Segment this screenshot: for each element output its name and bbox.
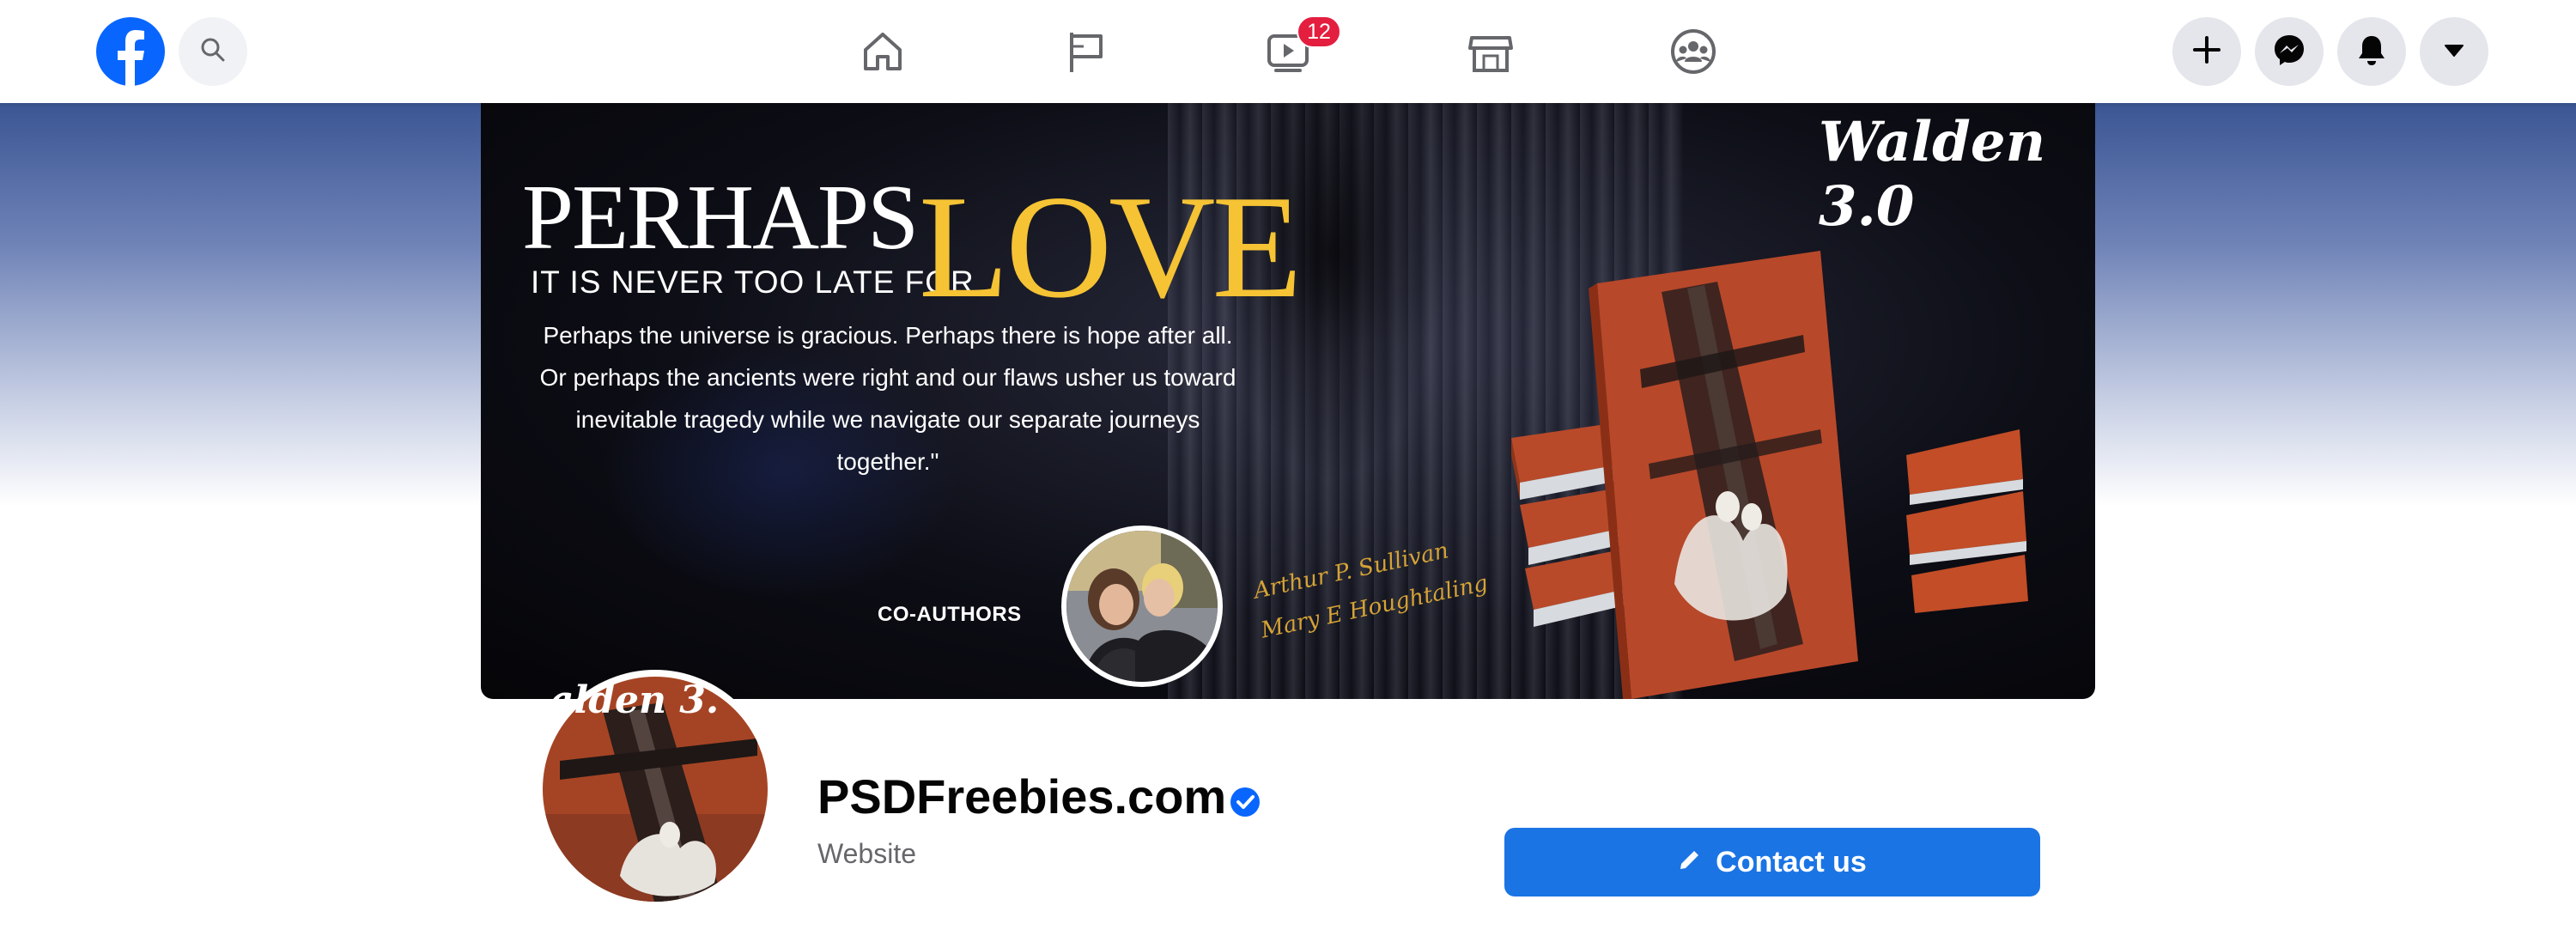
marketplace-icon[interactable] <box>1463 24 1518 79</box>
account-button[interactable] <box>2420 17 2488 86</box>
create-button[interactable] <box>2172 17 2241 86</box>
quote-line: Or perhaps the ancients were right and o… <box>539 364 1236 391</box>
watch-notification-badge: 12 <box>1297 15 1341 48</box>
facebook-logo-icon[interactable] <box>96 17 165 86</box>
cover-quote: Perhaps the universe is gracious. Perhap… <box>501 314 1274 483</box>
cover-photo[interactable]: PERHAPS IT IS NEVER TOO LATE FOR LOVE Pe… <box>481 103 2095 699</box>
cover-headline-never-too-late: IT IS NEVER TOO LATE FOR <box>531 264 975 300</box>
pencil-icon <box>1678 846 1700 879</box>
notifications-bell-icon <box>2355 33 2388 70</box>
coauthors-label: CO-AUTHORS <box>878 603 1022 626</box>
search-icon <box>199 36 227 68</box>
messenger-button[interactable] <box>2255 17 2324 86</box>
book-stack-illustration <box>1494 180 2095 699</box>
home-icon[interactable] <box>855 24 910 79</box>
account-dropdown-icon <box>2442 38 2466 66</box>
create-plus-icon <box>2191 34 2222 70</box>
messenger-icon <box>2272 33 2306 71</box>
page-title: PSDFreebies.com <box>817 769 1227 823</box>
quote-line: Perhaps the universe is gracious. Perhap… <box>543 322 1233 349</box>
cover-headline-love: LOVE <box>919 166 1303 329</box>
page-category: Website <box>817 838 917 869</box>
quote-line: inevitable tragedy while we navigate our… <box>575 406 1200 433</box>
pages-flag-icon[interactable] <box>1058 24 1113 79</box>
notifications-button[interactable] <box>2337 17 2406 86</box>
contact-us-label: Contact us <box>1716 845 1867 878</box>
quote-line: together." <box>836 448 939 475</box>
groups-icon[interactable] <box>1666 24 1721 79</box>
coauthors-photo <box>1061 526 1223 687</box>
profile-picture-overlay-text: alden 3. <box>550 678 720 722</box>
top-navigation-bar: 12 <box>0 0 2576 103</box>
cover-headline-perhaps: PERHAPS <box>522 167 919 269</box>
verified-badge-icon <box>1230 787 1261 817</box>
search-button[interactable] <box>179 17 247 86</box>
contact-us-button[interactable]: Contact us <box>1504 828 2040 896</box>
